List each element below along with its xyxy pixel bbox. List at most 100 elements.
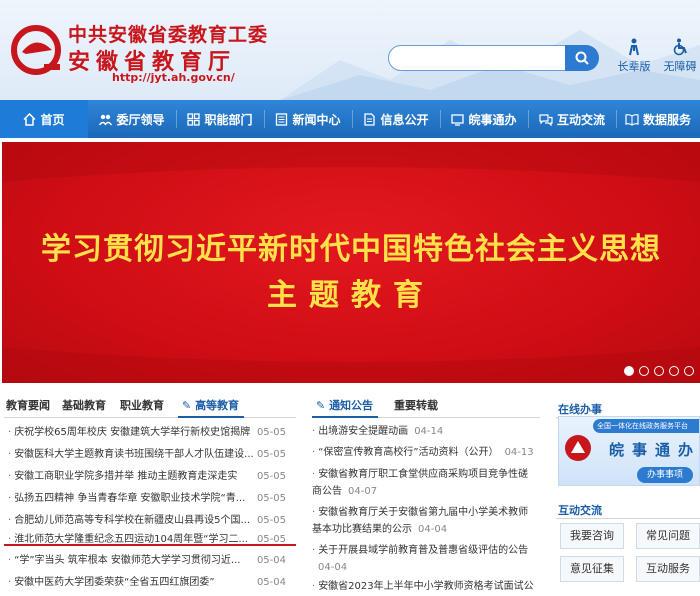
notice-title[interactable]: 安徽省教育厅职工食堂供应商采购项目竞争性磋商公告 <box>312 469 528 497</box>
nav-label: 新闻中心 <box>292 112 341 127</box>
news-title[interactable]: 安徽中医药大学团委荣获“全省五四红旗团委” <box>8 572 256 594</box>
nav-item-data-service[interactable]: 数据服务 <box>616 100 700 138</box>
org-icon <box>187 112 201 126</box>
list-item[interactable]: “学”字当头 筑牢根本 安徽师范大学学习贯彻习近...05-04 <box>0 550 290 572</box>
elder-label: 长辈版 <box>617 60 651 73</box>
tab-important-reprints[interactable]: 重要转载 <box>394 397 438 413</box>
news-tabs: 教育要闻 基础教育 职业教育 ✎ 高等教育 <box>0 397 300 419</box>
nav-item-wanshitong[interactable]: 皖事通办 <box>440 100 528 138</box>
notice-item[interactable]: 安徽省教育厅职工食堂供应商采购项目竞争性磋商公告04-07 <box>312 466 538 500</box>
side-divider <box>556 518 700 519</box>
news-title[interactable]: 安徽工商职业学院多措并举 推动主题教育走深走实 <box>8 466 256 488</box>
notice-date: 04-14 <box>414 426 444 437</box>
news-tabs-divider <box>4 417 296 418</box>
education-logo-icon[interactable] <box>8 20 64 76</box>
accessibility-button[interactable]: 无障碍 <box>660 38 700 74</box>
tab-higher-education-label: 高等教育 <box>195 399 240 412</box>
list-item[interactable]: 弘扬五四精神 争当青春华章 安徽职业技术学院“青...05-05 <box>0 488 290 510</box>
site-title-line1: 中共安徽省委教育工委 <box>68 24 269 46</box>
notice-item[interactable]: “保密宣传教育高校行”活动资料（公开） 04-13 <box>312 444 538 461</box>
interaction-title: 互动交流 <box>558 504 602 517</box>
consult-button[interactable]: 我要咨询 <box>560 523 624 549</box>
list-highlight-line <box>4 544 296 546</box>
nav-item-info-disclosure[interactable]: 信息公开 <box>352 100 440 138</box>
nav-label: 职能部门 <box>204 112 253 127</box>
carousel-dot-3[interactable] <box>654 366 664 376</box>
nav-label: 互动交流 <box>556 112 605 127</box>
search-icon <box>575 51 589 65</box>
elder-mode-button[interactable]: 长辈版 <box>614 38 654 74</box>
accessibility-label: 无障碍 <box>663 60 697 73</box>
nav-label: 首页 <box>40 112 65 127</box>
news-title[interactable]: 淮北师范大学隆重纪念五四运动104周年暨“学习二... <box>8 529 256 551</box>
notice-title[interactable]: “保密宣传教育高校行”活动资料（公开） <box>312 447 499 458</box>
tab-basic-education[interactable]: 基础教育 <box>62 397 106 413</box>
nav-item-leaders[interactable]: 委厅领导 <box>88 100 176 138</box>
carousel-dot-5[interactable] <box>684 366 694 376</box>
carousel-dot-4[interactable] <box>669 366 679 376</box>
news-icon <box>275 112 288 126</box>
notice-item[interactable]: 出境游安全提醒动画 04-14 <box>312 423 538 440</box>
notice-active-tab-underline <box>312 416 378 418</box>
news-date: 05-05 <box>256 449 286 460</box>
service-items-button[interactable]: 办事事项 <box>637 467 693 483</box>
nav-item-news[interactable]: 新闻中心 <box>264 100 352 138</box>
doc-icon <box>363 112 376 126</box>
faq-button[interactable]: 常见问题 <box>636 523 700 549</box>
notice-date: 04-04 <box>318 562 348 573</box>
nav-item-departments[interactable]: 职能部门 <box>176 100 264 138</box>
carousel-dot-2[interactable] <box>639 366 649 376</box>
notice-item[interactable]: 安徽省2023年上半年中小学教师资格考试面试公告 <box>312 578 538 596</box>
list-item[interactable]: 淮北师范大学隆重纪念五四运动104周年暨“学习二...05-05 <box>0 529 290 551</box>
notice-item[interactable]: 关于开展县域学前教育普及普惠省级评估的公告 04-04 <box>312 542 538 576</box>
platform-strap: 全国一体化在线政务服务平台 <box>593 419 699 433</box>
online-service-title: 在线办事 <box>558 403 602 416</box>
news-date: 05-05 <box>256 427 286 438</box>
people-icon <box>99 113 113 126</box>
pencil-icon: ✎ <box>316 399 326 412</box>
wanshitong-service-card[interactable]: 全国一体化在线政务服务平台 皖事通办 办事事项 <box>558 416 700 486</box>
site-url: http://jyt.ah.gov.cn/ <box>112 71 235 84</box>
tab-higher-education[interactable]: ✎ 高等教育 <box>182 397 239 413</box>
tab-education-news[interactable]: 教育要闻 <box>6 397 50 413</box>
nav-label: 委厅领导 <box>116 112 165 127</box>
pencil-icon: ✎ <box>182 399 192 412</box>
notice-title[interactable]: 安徽省2023年上半年中小学教师资格考试面试公告 <box>312 581 534 596</box>
search-button[interactable] <box>565 45 599 71</box>
list-item[interactable]: 庆祝学校65周年校庆 安徽建筑大学举行新校史馆揭牌05-05 <box>0 422 290 444</box>
nav-label: 皖事通办 <box>468 112 517 127</box>
elder-icon <box>629 38 639 56</box>
news-date: 05-04 <box>256 577 286 588</box>
notice-title[interactable]: 出境游安全提醒动画 <box>312 426 408 437</box>
tab-vocational-education[interactable]: 职业教育 <box>120 397 164 413</box>
book-icon <box>625 113 639 126</box>
list-item[interactable]: 安徽工商职业学院多措并举 推动主题教育走深走实05-05 <box>0 466 290 488</box>
news-date: 05-04 <box>256 555 286 566</box>
notice-title[interactable]: 关于开展县域学前教育普及普惠省级评估的公告 <box>312 545 528 556</box>
notice-date: 04-07 <box>348 486 378 497</box>
news-active-tab-underline <box>178 416 244 418</box>
tab-notices[interactable]: ✎ 通知公告 <box>316 397 373 413</box>
news-title[interactable]: 弘扬五四精神 争当青春华章 安徽职业技术学院“青... <box>8 488 256 510</box>
opinion-button[interactable]: 意见征集 <box>560 556 624 582</box>
banner-subheadline: 主题教育 <box>267 278 435 313</box>
chat-icon <box>539 113 553 126</box>
news-title[interactable]: 庆祝学校65周年校庆 安徽建筑大学举行新校史馆揭牌 <box>8 422 256 444</box>
list-item[interactable]: 安徽中医药大学团委荣获“全省五四红旗团委”05-04 <box>0 572 290 594</box>
home-icon <box>23 112 37 126</box>
list-item[interactable]: 安徽医科大学主题教育读书班围绕干部人才队伍建设...05-05 <box>0 444 290 466</box>
news-date: 05-05 <box>256 534 286 545</box>
notice-date: 04-13 <box>504 447 534 458</box>
news-date: 05-05 <box>256 493 286 504</box>
nav-item-home[interactable]: 首页 <box>0 100 88 138</box>
service-icon <box>451 113 465 126</box>
news-title[interactable]: 安徽医科大学主题教育读书班围绕干部人才队伍建设... <box>8 444 256 466</box>
hero-banner[interactable]: 学习贯彻习近平新时代中国特色社会主义思想 主题教育 <box>2 142 700 383</box>
nav-item-interaction[interactable]: 互动交流 <box>528 100 616 138</box>
news-title[interactable]: “学”字当头 筑牢根本 安徽师范大学学习贯彻习近... <box>8 550 256 572</box>
tab-notices-label: 通知公告 <box>329 399 374 412</box>
carousel-dot-1[interactable] <box>624 366 634 376</box>
notice-item[interactable]: 安徽省教育厅关于安徽省第九届中小学美术教师基本功比赛结果的公示04-04 <box>312 504 538 538</box>
interact-service-button[interactable]: 互动服务 <box>636 556 700 582</box>
site-header: 中共安徽省委教育工委 安徽省教育厅 http://jyt.ah.gov.cn/ … <box>0 0 700 100</box>
